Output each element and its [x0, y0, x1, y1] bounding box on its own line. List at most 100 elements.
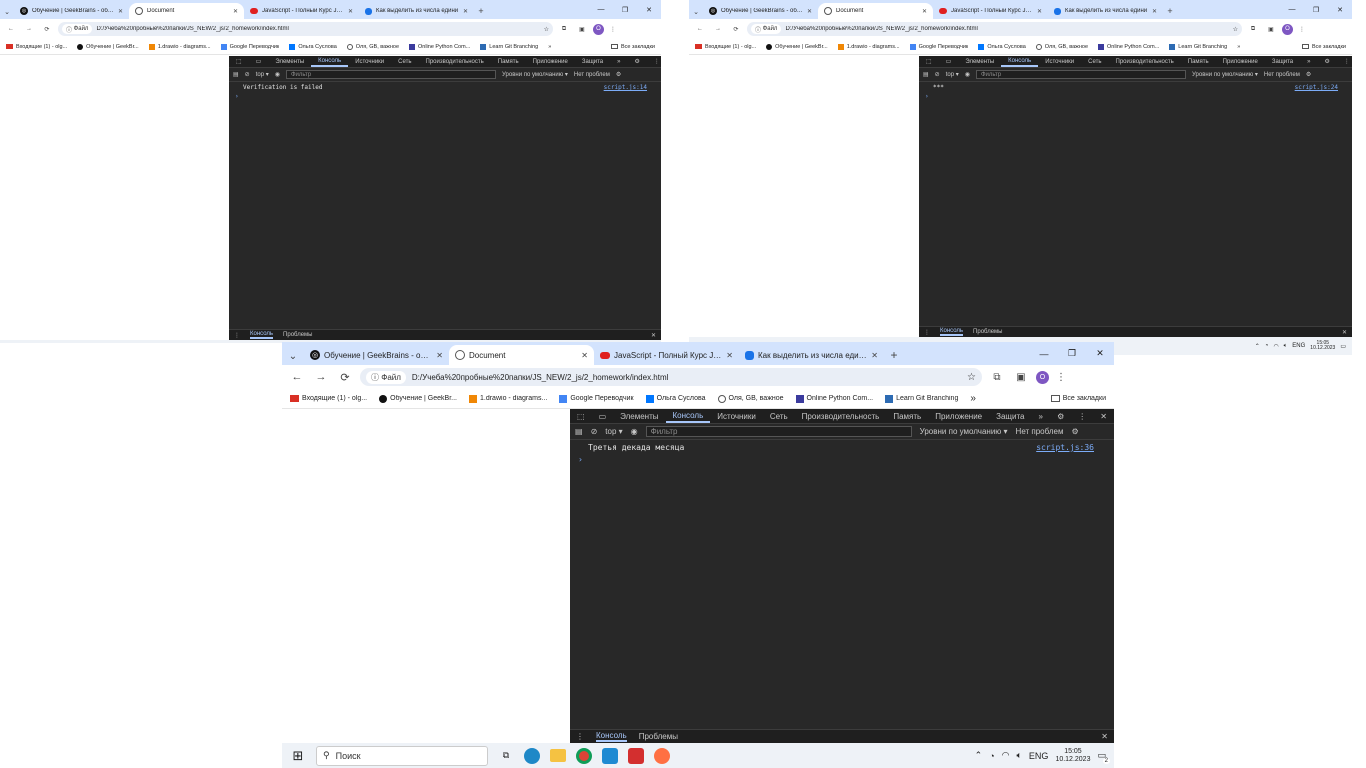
tab-network[interactable]: Сеть [763, 409, 795, 423]
bookmark-git[interactable]: Learn Git Branching [480, 43, 538, 50]
speaker-icon[interactable]: 🔈︎ [1284, 343, 1288, 350]
tab-elements[interactable]: Элементы [613, 409, 665, 423]
close-icon[interactable]: ✕ [436, 351, 443, 360]
menu-icon[interactable]: ⋮ [608, 26, 618, 33]
tab-console[interactable]: Консоль [1001, 56, 1039, 67]
bookmark-geekbrains[interactable]: Обучение | GeekBr... [77, 43, 139, 50]
device-icon[interactable]: ▭ [592, 409, 614, 423]
network-icon[interactable]: ◔ [1265, 343, 1269, 349]
search-box[interactable]: ⚲Поиск [24, 342, 124, 343]
forward-icon[interactable]: → [22, 26, 36, 32]
close-icon[interactable]: ✕ [1152, 8, 1157, 15]
close-window-icon[interactable]: ✕ [637, 0, 661, 19]
address-bar[interactable]: ⓘ Файл D:/Учеба%20пробные%20папки/JS_NEW… [360, 368, 982, 386]
all-bookmarks-button[interactable]: Все закладки [1050, 395, 1106, 402]
eye-icon[interactable]: ◉ [965, 71, 970, 78]
bookmark-git[interactable]: Learn Git Branching [1169, 43, 1227, 50]
extensions-icon[interactable]: ⧉ [988, 372, 1006, 383]
more-bookmarks-button[interactable]: » [548, 44, 551, 50]
star-icon[interactable]: ☆ [544, 26, 549, 33]
bookmark-gb[interactable]: Оля, GB, важное [1035, 43, 1088, 50]
bookmark-python[interactable]: Online Python Com... [409, 43, 470, 50]
speaker-icon[interactable]: 🔈︎ [1017, 750, 1022, 761]
close-icon[interactable]: ✕ [348, 8, 353, 15]
console-settings-icon[interactable]: ⚙ [1306, 71, 1311, 78]
source-link[interactable]: script.js:14 [604, 84, 647, 91]
tab-sources[interactable]: Источники [1038, 56, 1081, 67]
device-icon[interactable]: ▭ [249, 56, 269, 67]
console-settings-icon[interactable]: ⚙ [616, 71, 621, 78]
back-icon[interactable]: ← [288, 371, 306, 383]
address-bar[interactable]: ⓘ Файл D:/Учеба%20пробные%20папки/JS_NEW… [747, 22, 1242, 36]
reload-icon[interactable]: ⟳ [40, 26, 54, 33]
language-indicator[interactable]: ENG [1029, 751, 1049, 761]
tab-youtube[interactable]: JavaScript - Полный Курс Javas ✕ [933, 3, 1048, 19]
new-tab-button[interactable]: + [1163, 3, 1177, 19]
close-icon[interactable]: ✕ [233, 8, 238, 15]
tab-document[interactable]: Document ✕ [818, 3, 933, 19]
maximize-icon[interactable]: ❐ [1058, 342, 1086, 365]
edge-icon[interactable] [524, 747, 540, 764]
site-info-chip[interactable]: ⓘ Файл [751, 24, 782, 34]
close-icon[interactable]: ✕ [581, 351, 588, 360]
close-icon[interactable]: ✕ [871, 351, 878, 360]
tab-page[interactable]: Как выделить из числа едини ✕ [359, 3, 474, 19]
reload-icon[interactable]: ⟳ [336, 371, 354, 384]
tab-console[interactable]: Консоль [311, 56, 349, 67]
clear-console-icon[interactable]: ⊘ [245, 71, 250, 78]
tab-search-icon[interactable]: ⌄ [282, 347, 304, 365]
levels-select[interactable]: Уровни по умолчанию ▾ [502, 71, 568, 78]
console-prompt[interactable]: › [578, 455, 583, 464]
tab-youtube[interactable]: JavaScript - Полный Курс Javas ✕ [244, 3, 359, 19]
maximize-icon[interactable]: ❐ [1304, 0, 1328, 19]
drawer-tab-console[interactable]: Консоль [596, 731, 627, 742]
clock[interactable]: 15:05 10.12.2023 [1310, 340, 1335, 352]
close-icon[interactable]: ✕ [118, 8, 123, 15]
bookmark-drawio[interactable]: 1.drawio - diagrams... [469, 394, 547, 403]
back-icon[interactable]: ← [4, 26, 18, 32]
avatar[interactable]: O [1282, 23, 1293, 35]
filter-input[interactable]: Фильтр [975, 69, 1186, 80]
tab-memory[interactable]: Память [491, 56, 526, 67]
context-select[interactable]: top ▾ [256, 71, 269, 78]
tab-security[interactable]: Защита [1265, 56, 1300, 67]
inspect-icon[interactable]: ⬚ [919, 56, 939, 67]
close-icon[interactable]: ✕ [463, 8, 468, 15]
bookmark-geekbrains[interactable]: Обучение | GeekBr... [766, 43, 828, 50]
sidebar-toggle-icon[interactable]: ▤ [575, 427, 583, 436]
extensions-icon[interactable]: ⧉ [1246, 26, 1260, 33]
issues-badge[interactable]: Нет проблем [1264, 72, 1300, 78]
tab-page[interactable]: Как выделить из числа едини ✕ [1048, 3, 1163, 19]
issues-badge[interactable]: Нет проблем [1016, 427, 1064, 436]
drawer-menu-icon[interactable]: ⋮ [924, 329, 930, 336]
network-icon[interactable]: ◔ [989, 751, 994, 761]
side-panel-icon[interactable]: ▣ [1012, 372, 1030, 383]
avatar[interactable]: O [593, 23, 604, 35]
notifications-icon[interactable]: ▭ [1340, 343, 1346, 350]
chevron-up-icon[interactable]: ⌃ [1255, 343, 1260, 350]
bookmark-gmail[interactable]: Входящие (1) - olg... [290, 395, 367, 402]
console-settings-icon[interactable]: ⚙ [1071, 427, 1078, 436]
source-link[interactable]: script.js:24 [1295, 84, 1338, 91]
tab-sources[interactable]: Источники [710, 409, 763, 423]
close-window-icon[interactable]: ✕ [1086, 342, 1114, 365]
clear-console-icon[interactable]: ⊘ [591, 427, 598, 436]
levels-select[interactable]: Уровни по умолчанию ▾ [1192, 71, 1258, 78]
tab-memory[interactable]: Память [886, 409, 928, 423]
kebab-icon[interactable]: ⋮ [647, 56, 661, 67]
tab-sources[interactable]: Источники [348, 56, 391, 67]
tab-search-icon[interactable]: ⌄ [689, 5, 703, 19]
extensions-icon[interactable]: ⧉ [557, 26, 571, 33]
context-select[interactable]: top ▾ [946, 71, 959, 78]
more-bookmarks-button[interactable]: » [970, 393, 976, 404]
new-tab-button[interactable]: + [474, 3, 488, 19]
bookmark-gmail[interactable]: Входящие (1) - olg... [695, 44, 756, 50]
more-tabs-button[interactable]: » [1300, 56, 1317, 67]
star-icon[interactable]: ☆ [1233, 26, 1238, 33]
tab-elements[interactable]: Элементы [268, 56, 311, 67]
bookmark-gb[interactable]: Оля, GB, важное [717, 394, 784, 403]
close-icon[interactable]: ✕ [1093, 409, 1114, 423]
device-icon[interactable]: ▭ [939, 56, 959, 67]
drawer-tab-issues[interactable]: Проблемы [283, 332, 312, 338]
tab-network[interactable]: Сеть [1081, 56, 1108, 67]
